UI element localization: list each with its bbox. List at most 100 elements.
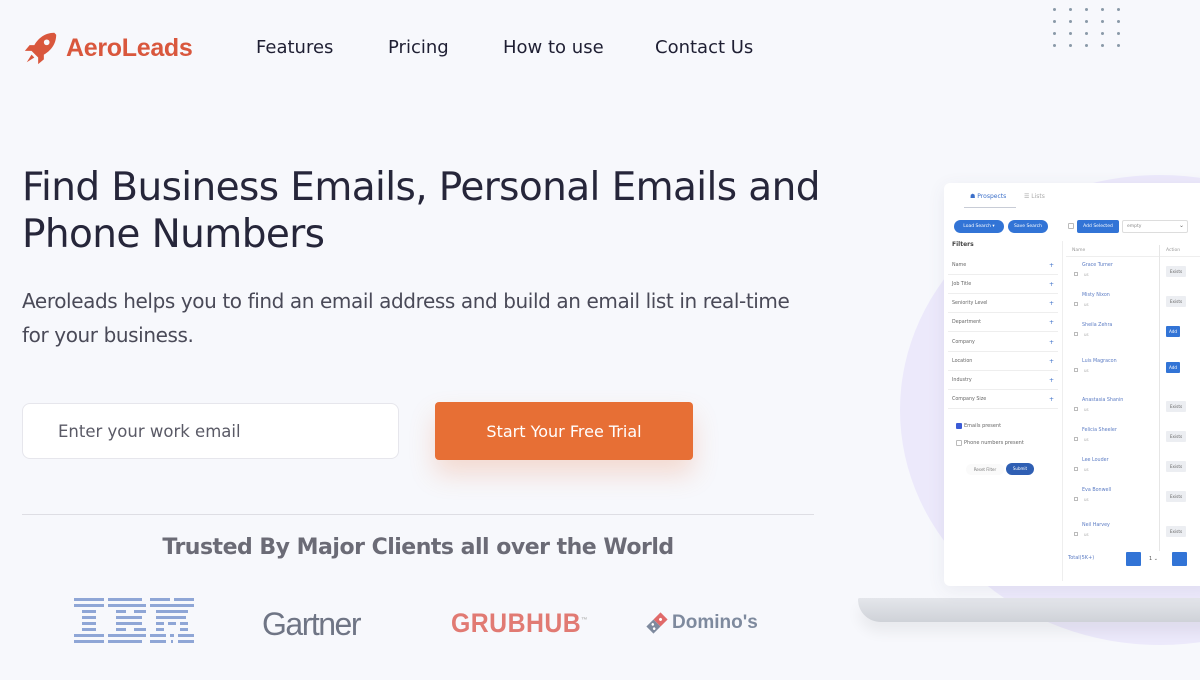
prospect-location: us (1084, 467, 1089, 472)
row-checkbox[interactable] (1074, 302, 1078, 306)
prospect-location: us (1084, 272, 1089, 277)
filter-label: Name (952, 263, 967, 268)
exists-badge: Exists (1166, 296, 1186, 307)
filter-seniority-level[interactable]: Seniority Level + (948, 294, 1058, 313)
grubhub-logo-text: GRUBHUB (451, 608, 582, 638)
filter-label: Company Size (952, 397, 987, 402)
plus-icon: + (1048, 339, 1054, 346)
tab-lists-label: Lists (1031, 193, 1045, 200)
active-tab-indicator (964, 207, 1016, 208)
phone-numbers-present-checkbox[interactable]: Phone numbers present (956, 440, 1024, 446)
gartner-logo: Gartner (262, 606, 361, 642)
save-search-button[interactable]: Save Search (1008, 220, 1048, 233)
checkbox-checked (956, 423, 962, 429)
row-checkbox[interactable] (1074, 332, 1078, 336)
prospect-location: us (1084, 407, 1089, 412)
filter-company[interactable]: Company + (948, 333, 1058, 352)
prospect-location: us (1084, 437, 1089, 442)
exists-badge: Exists (1166, 401, 1186, 412)
app-mockup: ☗ Prospects ☰ Lists Load Search ▾ Save S… (944, 183, 1200, 586)
add-button[interactable]: Add (1166, 362, 1180, 373)
add-selected-button[interactable]: Add Selected (1077, 220, 1119, 233)
grubhub-logo: GRUBHUB™ (451, 608, 588, 639)
table-row: Grace Turner us Exists (1066, 263, 1200, 293)
table-row: Anastasia Shanin us Exists (1066, 398, 1200, 428)
row-checkbox[interactable] (1074, 407, 1078, 411)
exists-badge: Exists (1166, 526, 1186, 537)
filter-name[interactable]: Name + (948, 256, 1058, 275)
col-action: Action (1166, 248, 1181, 253)
prospect-name[interactable]: Luis Magracon (1082, 359, 1117, 364)
total-count: Total(5K+) (1068, 555, 1095, 561)
start-free-trial-button[interactable]: Start Your Free Trial (435, 402, 693, 460)
prospect-location: us (1084, 332, 1089, 337)
domino-tile-icon (646, 612, 668, 634)
prospect-name[interactable]: Misty Nixon (1082, 293, 1110, 298)
table-row: Misty Nixon us Exists (1066, 293, 1200, 323)
nav-pricing[interactable]: Pricing (388, 37, 449, 58)
filters-title: Filters (952, 241, 974, 248)
nav-features[interactable]: Features (256, 37, 333, 58)
dominos-logo: Domino's (646, 612, 758, 634)
filter-industry[interactable]: Industry + (948, 371, 1058, 390)
load-search-button[interactable]: Load Search ▾ (954, 220, 1004, 233)
mockup-tabs: ☗ Prospects ☰ Lists (944, 183, 1200, 209)
dominos-logo-text: Domino's (672, 612, 758, 633)
plus-icon: + (1048, 396, 1054, 403)
prospect-location: us (1084, 368, 1089, 373)
filter-label: Department (952, 320, 982, 325)
prospect-name[interactable]: Neil Harvey (1082, 523, 1110, 528)
trusted-by-heading: Trusted By Major Clients all over the Wo… (162, 535, 674, 560)
filter-department[interactable]: Department + (948, 313, 1058, 332)
add-button[interactable]: Add (1166, 326, 1180, 337)
next-page-button[interactable] (1172, 552, 1187, 566)
filter-company-size[interactable]: Company Size + (948, 390, 1058, 409)
table-header: Name Action (1066, 245, 1200, 257)
tab-prospects[interactable]: ☗ Prospects (970, 193, 1006, 200)
brand-name: AeroLeads (66, 33, 193, 62)
list-select[interactable]: empty (1122, 220, 1188, 233)
prospect-location: us (1084, 497, 1089, 502)
nav-how-to-use[interactable]: How to use (503, 37, 604, 58)
table-row: Eva Bonwell us Exists (1066, 488, 1200, 518)
reset-filter-button[interactable]: Reset Filter (966, 464, 1004, 475)
rocket-icon (24, 32, 57, 65)
prospect-name[interactable]: Grace Turner (1082, 263, 1113, 268)
emails-present-checkbox[interactable]: Emails present (956, 423, 1001, 429)
work-email-input[interactable] (22, 403, 399, 459)
client-logos: Gartner GRUBHUB™ Domino's (0, 590, 820, 660)
prospect-name[interactable]: Felicia Sheeler (1082, 428, 1117, 433)
filter-location[interactable]: Location + (948, 352, 1058, 371)
laptop-base (858, 598, 1200, 622)
row-checkbox[interactable] (1074, 467, 1078, 471)
trademark-mark: ™ (581, 617, 589, 624)
exists-badge: Exists (1166, 431, 1186, 442)
row-checkbox[interactable] (1074, 272, 1078, 276)
row-checkbox[interactable] (1074, 368, 1078, 372)
section-divider (22, 514, 814, 515)
row-checkbox[interactable] (1074, 437, 1078, 441)
page-select[interactable]: 1 ⌄ (1145, 552, 1169, 566)
tab-prospects-label: Prospects (977, 193, 1007, 200)
prospect-name[interactable]: Anastasia Shanin (1082, 398, 1123, 403)
select-all-checkbox[interactable] (1068, 223, 1076, 229)
ibm-logo (74, 598, 194, 643)
submit-filter-button[interactable]: Submit (1006, 463, 1034, 475)
brand-logo[interactable]: AeroLeads (22, 29, 193, 67)
nav-contact-us[interactable]: Contact Us (655, 37, 753, 58)
table-row: Felicia Sheeler us Exists (1066, 428, 1200, 458)
filter-job-title[interactable]: Job Title + (948, 275, 1058, 294)
row-checkbox[interactable] (1074, 497, 1078, 501)
plus-icon: + (1048, 300, 1054, 307)
table-row: Luis Magracon us Add (1066, 359, 1200, 389)
prospect-location: us (1084, 302, 1089, 307)
prospect-name[interactable]: Lee Louder (1082, 458, 1109, 463)
prospect-name[interactable]: Sheila Zehra (1082, 323, 1112, 328)
tab-lists[interactable]: ☰ Lists (1024, 193, 1045, 200)
table-row: Lee Louder us Exists (1066, 458, 1200, 488)
plus-icon: + (1048, 377, 1054, 384)
table-row: Neil Harvey us Exists (1066, 523, 1200, 553)
row-checkbox[interactable] (1074, 532, 1078, 536)
prospect-name[interactable]: Eva Bonwell (1082, 488, 1111, 493)
prev-page-button[interactable] (1126, 552, 1141, 566)
